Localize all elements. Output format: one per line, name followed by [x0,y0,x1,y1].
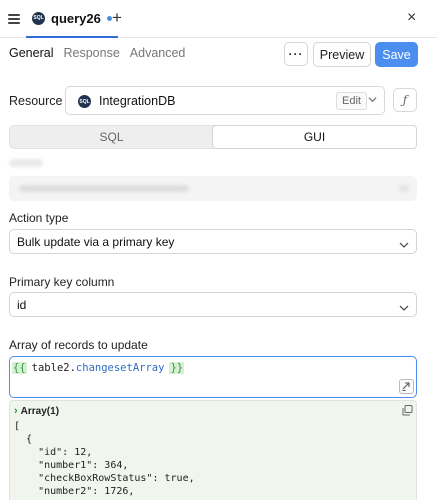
resource-select[interactable]: SQL IntegrationDB Edit [65,86,385,115]
database-icon: SQL [78,95,91,108]
action-type-select[interactable]: Bulk update via a primary key [9,229,417,254]
json-line: [ [14,421,21,432]
tab-response[interactable]: Response [63,46,119,60]
preview-header[interactable]: › Array(1) [14,405,59,417]
query-editor-tabs: General Response Advanced [9,46,185,60]
close-icon[interactable]: × [407,9,416,27]
new-query-tab-button[interactable]: + [112,9,122,27]
query-tab[interactable]: SQL query26 [26,0,118,38]
more-options-button[interactable]: ··· [284,42,308,66]
sql-resource-icon: SQL [32,11,45,25]
mode-sql-option[interactable]: SQL [10,126,213,148]
redacted-field[interactable] [9,176,417,201]
json-line: "id": 12, [14,447,93,458]
tab-advanced[interactable]: Advanced [130,46,186,60]
open-template-brace: {{ [12,361,27,374]
mode-toggle: SQL GUI [9,125,417,149]
mode-gui-option[interactable]: GUI [212,125,417,149]
query-name: query26 [51,10,101,26]
json-line: "number1": 364, [14,460,129,471]
edit-resource-button[interactable]: Edit [336,92,367,110]
code-property: changesetArray [75,361,165,374]
code-object: table2 [31,361,70,374]
chevron-down-icon [399,301,409,311]
save-button[interactable]: Save [375,42,418,67]
records-code-input[interactable]: {{ table2. changesetArray }} [9,356,417,398]
records-label: Array of records to update [9,338,148,352]
chevron-down-icon [368,95,377,107]
action-type-label: Action type [9,211,69,225]
copy-icon[interactable] [402,404,413,416]
menu-icon[interactable] [8,14,20,24]
function-toggle-button[interactable]: ƒ [393,88,417,112]
redacted-chevron [399,185,409,192]
primary-key-select[interactable]: id [9,292,417,317]
action-type-value: Bulk update via a primary key [17,235,175,249]
tab-general[interactable]: General [9,46,53,60]
json-line: "number2": 1726, [14,486,135,497]
code-line: {{ table2. changesetArray }} [12,360,185,375]
chevron-down-icon [399,238,409,248]
primary-key-value: id [17,298,27,312]
expand-editor-icon[interactable] [399,379,414,394]
preview-title: Array(1) [20,405,60,417]
query-tab-bar: SQL query26 + × [0,0,437,38]
close-template-brace: }} [169,361,185,374]
resource-label: Resource [9,94,63,108]
preview-button[interactable]: Preview [313,42,371,67]
json-line: "checkBoxRowStatus": true, [14,473,195,484]
resource-name: IntegrationDB [99,94,176,108]
redacted-label [9,159,43,167]
primary-key-label: Primary key column [9,275,115,289]
chevron-right-icon: › [14,405,18,417]
json-line: { [14,434,33,445]
redacted-value [19,185,189,192]
evaluated-value-preview: › Array(1) [ { "id": 12, "number1": 364,… [9,400,417,500]
